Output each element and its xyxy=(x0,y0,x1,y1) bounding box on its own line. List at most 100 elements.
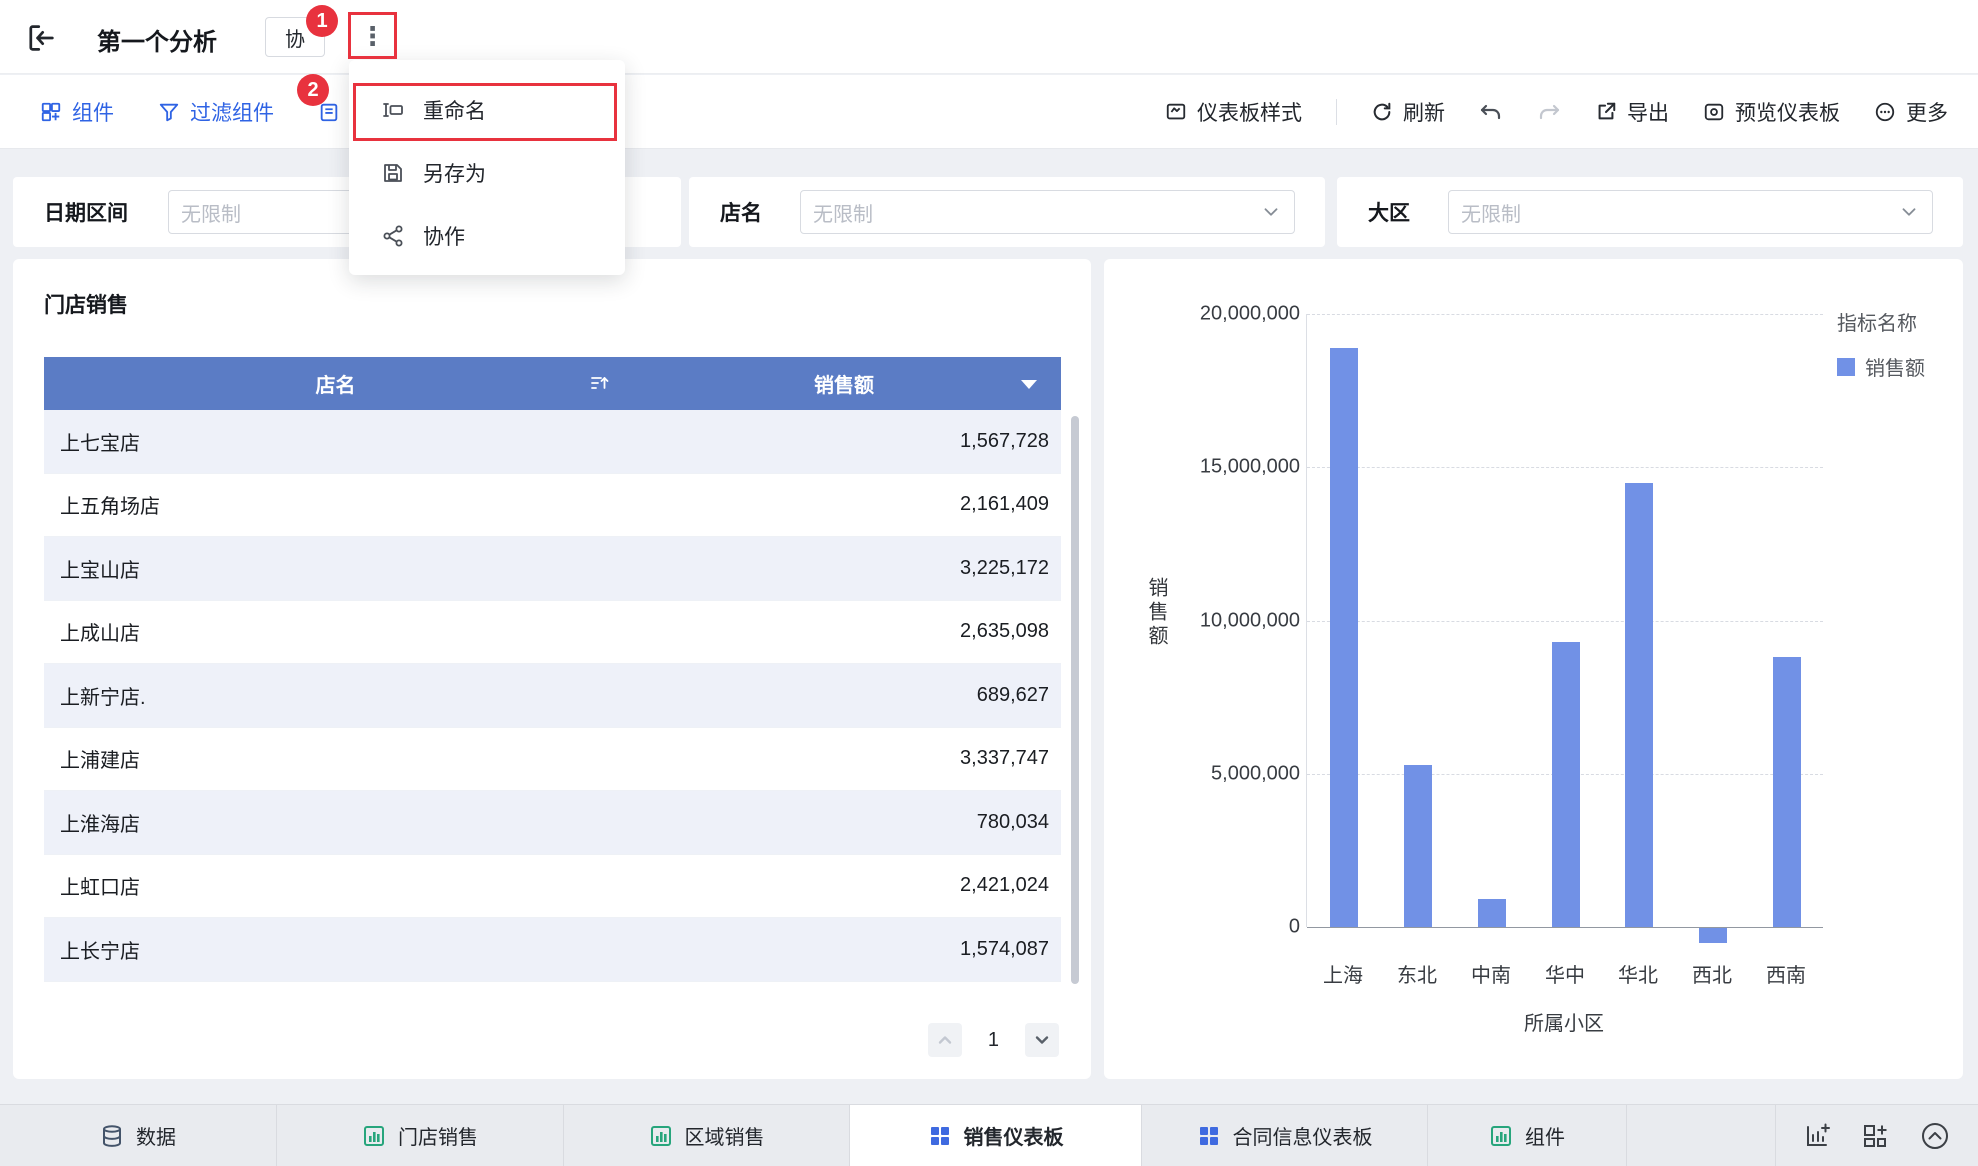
table-row[interactable]: 上宝山店3,225,172 xyxy=(44,537,1061,601)
menu-item-label: 重命名 xyxy=(423,95,486,125)
chart-bar xyxy=(1552,642,1580,927)
y-tick-label: 10,000,000 xyxy=(1200,609,1300,632)
refresh-label: 刷新 xyxy=(1403,97,1445,127)
table-row[interactable]: 上成山店2,635,098 xyxy=(44,601,1061,665)
y-tick-label: 0 xyxy=(1289,916,1300,939)
y-tick-label: 15,000,000 xyxy=(1200,456,1300,479)
x-tick-label: 中南 xyxy=(1471,959,1511,988)
chart-gridline xyxy=(1307,467,1823,468)
component-label: 组件 xyxy=(72,97,114,127)
undo-button[interactable] xyxy=(1479,100,1503,124)
x-axis-title: 所属小区 xyxy=(1524,1007,1604,1036)
preview-dashboard-button[interactable]: 预览仪表板 xyxy=(1703,97,1840,127)
export-icon xyxy=(1595,101,1617,123)
tab-label: 组件 xyxy=(1525,1121,1565,1150)
component-icon xyxy=(40,101,62,123)
legend-label: 销售额 xyxy=(1865,352,1925,381)
table-row[interactable]: 上淮海店780,034 xyxy=(44,791,1061,855)
tab-label: 门店销售 xyxy=(398,1121,478,1150)
kebab-icon: ⋮ xyxy=(360,23,386,49)
tab-data[interactable]: 数据 xyxy=(0,1105,277,1166)
preview-label: 预览仪表板 xyxy=(1735,97,1840,127)
export-button[interactable]: 导出 xyxy=(1595,97,1669,127)
store-sales-table-body: 上七宝店1,567,728上五角场店2,161,409上宝山店3,225,172… xyxy=(44,410,1061,982)
menu-item-collaborate[interactable]: 协作 xyxy=(349,204,625,267)
filter-component-button[interactable]: 过滤组件 xyxy=(158,97,274,127)
table-row[interactable]: 上虹口店2,421,024 xyxy=(44,855,1061,919)
more-toolbar-button[interactable]: 更多 xyxy=(1874,97,1948,127)
undo-icon xyxy=(1479,100,1503,124)
refresh-button[interactable]: 刷新 xyxy=(1371,97,1445,127)
redo-button[interactable] xyxy=(1537,100,1561,124)
export-label: 导出 xyxy=(1627,97,1669,127)
filter-component-label: 过滤组件 xyxy=(190,97,274,127)
tab-sales-dashboard[interactable]: 销售仪表板 xyxy=(850,1105,1142,1166)
chart-icon xyxy=(1489,1124,1513,1148)
other-toolbar-button[interactable] xyxy=(318,101,340,123)
x-axis-line xyxy=(1307,927,1823,928)
tab-component[interactable]: 组件 xyxy=(1428,1105,1627,1166)
add-dashboard-icon[interactable] xyxy=(1862,1123,1888,1149)
sales-amount-cell: 1,574,087 xyxy=(627,918,1061,981)
chart-bar xyxy=(1330,348,1358,927)
clipboard-icon xyxy=(318,101,340,123)
sort-icon[interactable] xyxy=(589,373,609,393)
region-filter-label: 大区 xyxy=(1368,197,1410,227)
sales-amount-cell: 2,161,409 xyxy=(627,474,1061,537)
store-filter-select[interactable]: 无限制 xyxy=(800,190,1295,234)
tab-label: 销售仪表板 xyxy=(964,1121,1064,1150)
component-button[interactable]: 组件 xyxy=(40,97,114,127)
tab-store-sales[interactable]: 门店销售 xyxy=(277,1105,564,1166)
page-number: 1 xyxy=(988,1029,999,1052)
dashboard-style-button[interactable]: 仪表板样式 xyxy=(1165,97,1302,127)
table-row[interactable]: 上长宁店1,574,087 xyxy=(44,918,1061,982)
annotation-badge-2: 2 xyxy=(297,74,329,106)
back-button[interactable] xyxy=(24,21,58,55)
column-dropdown-icon[interactable] xyxy=(1021,380,1037,389)
store-sales-card: 门店销售 店名 销售额 上七宝店1,567,728上五角场店2,161,409上… xyxy=(13,259,1091,1079)
table-row[interactable]: 上七宝店1,567,728 xyxy=(44,410,1061,474)
table-row[interactable]: 上新宁店.689,627 xyxy=(44,664,1061,728)
chart-icon xyxy=(362,1124,386,1148)
store-filter-value: 无限制 xyxy=(813,198,873,227)
table-row[interactable]: 上浦建店3,337,747 xyxy=(44,728,1061,792)
sales-amount-cell: 3,225,172 xyxy=(627,537,1061,600)
legend-swatch xyxy=(1837,358,1855,376)
dashboard-icon xyxy=(1197,1124,1221,1148)
table-row[interactable]: 上五角场店2,161,409 xyxy=(44,474,1061,538)
menu-item-label: 协作 xyxy=(423,221,465,251)
chart-gridline xyxy=(1307,621,1823,622)
menu-item-label: 另存为 xyxy=(423,158,486,188)
legend-item[interactable]: 销售额 xyxy=(1837,352,1925,381)
chevron-down-icon xyxy=(1898,201,1920,223)
add-component-icon[interactable] xyxy=(1804,1123,1830,1149)
x-tick-label: 华中 xyxy=(1545,959,1585,988)
column-store-name[interactable]: 店名 xyxy=(44,357,627,410)
column-sales-amount[interactable]: 销售额 xyxy=(627,357,1061,410)
page-down-button[interactable] xyxy=(1025,1023,1059,1057)
tab-contract-dashboard[interactable]: 合同信息仪表板 xyxy=(1142,1105,1428,1166)
pagination: 1 xyxy=(928,1023,1059,1057)
tab-region-sales[interactable]: 区域销售 xyxy=(564,1105,850,1166)
sales-amount-cell: 689,627 xyxy=(627,664,1061,727)
collaborate-icon xyxy=(381,224,405,248)
menu-item-rename[interactable]: 重命名 xyxy=(349,78,625,141)
store-name-cell: 上虹口店 xyxy=(44,855,627,918)
page-up-button[interactable] xyxy=(928,1023,962,1057)
rename-icon xyxy=(381,98,405,122)
y-tick-label: 20,000,000 xyxy=(1200,303,1300,326)
y-axis-title: 销售额 xyxy=(1142,577,1171,649)
funnel-icon xyxy=(158,101,180,123)
top-bar: 第一个分析 协 ⋮ xyxy=(0,0,1978,74)
region-filter-value: 无限制 xyxy=(1461,198,1521,227)
table-scrollbar[interactable] xyxy=(1071,416,1079,984)
refresh-icon xyxy=(1371,101,1393,123)
column-label: 店名 xyxy=(316,369,356,398)
collapse-panel-icon[interactable] xyxy=(1920,1121,1950,1151)
dashboard-style-icon xyxy=(1165,101,1187,123)
menu-item-save-as[interactable]: 另存为 xyxy=(349,141,625,204)
region-filter-select[interactable]: 无限制 xyxy=(1448,190,1933,234)
x-tick-label: 上海 xyxy=(1323,959,1363,988)
more-menu-button[interactable]: ⋮ xyxy=(352,16,393,56)
context-menu: 重命名 另存为 协作 xyxy=(349,60,625,275)
